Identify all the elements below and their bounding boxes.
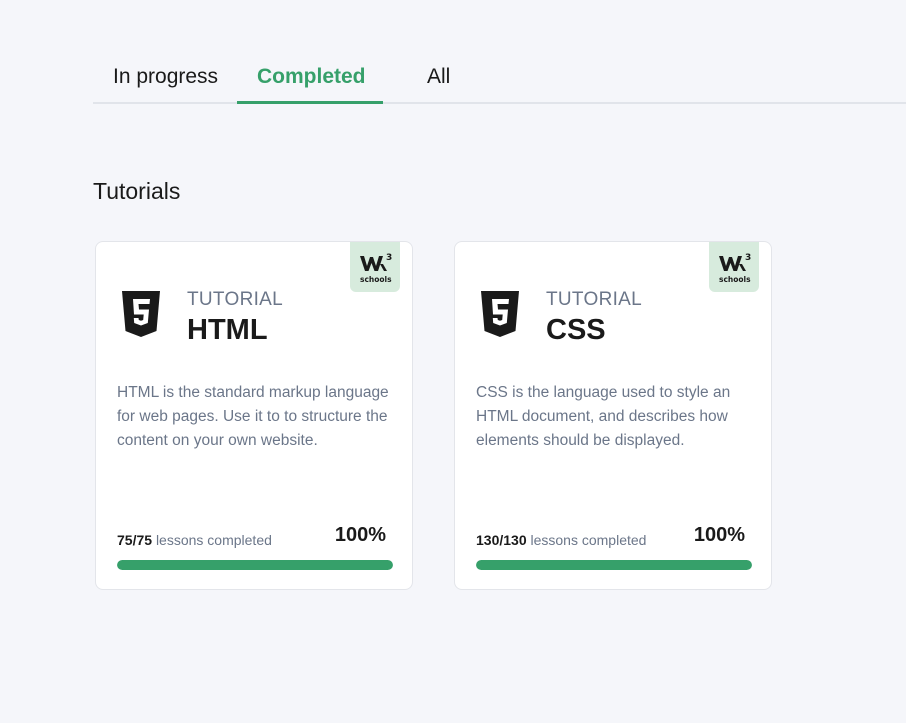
progress-bar <box>117 560 393 570</box>
active-tab-indicator <box>237 101 383 104</box>
card-title: HTML <box>187 314 268 346</box>
card-kicker: TUTORIAL <box>546 289 643 310</box>
tutorial-card-css[interactable]: 3 schools TUTORIAL CSS CSS is the langua… <box>454 241 772 590</box>
css3-icon <box>481 291 519 337</box>
tutorial-card-html[interactable]: 3 schools TUTORIAL HTML HTML is the stan… <box>95 241 413 590</box>
section-title: Tutorials <box>93 178 181 204</box>
tab-completed[interactable]: Completed <box>257 64 366 90</box>
lessons-count: 130/130 <box>476 532 527 548</box>
tab-bar: In progress Completed All <box>93 52 906 104</box>
card-description: CSS is the language used to style an HTM… <box>476 384 731 449</box>
lessons-count: 75/75 <box>117 532 153 548</box>
card-kicker: TUTORIAL <box>187 289 284 310</box>
page: In progress Completed All Tutorials 3 sc… <box>0 0 906 723</box>
w3schools-logo-icon: 3 schools <box>719 253 751 284</box>
lessons-completed-text: 75/75 lessons completed <box>117 532 272 548</box>
tab-in-progress[interactable]: In progress <box>113 64 218 90</box>
card-title: CSS <box>546 314 606 346</box>
progress-percent: 100% <box>693 524 745 546</box>
progress-bar-fill <box>476 560 752 570</box>
lessons-completed-text: 130/130 lessons completed <box>476 532 647 548</box>
progress-bar <box>476 560 752 570</box>
svg-text:3: 3 <box>386 253 392 263</box>
svg-text:3: 3 <box>745 253 751 263</box>
w3schools-logo-icon: 3 schools <box>360 253 392 284</box>
w3schools-badge: 3 schools <box>709 242 759 292</box>
w3schools-badge: 3 schools <box>350 242 400 292</box>
svg-text:schools: schools <box>719 275 751 284</box>
html5-icon <box>122 291 160 337</box>
tab-all[interactable]: All <box>427 64 450 90</box>
svg-text:schools: schools <box>360 275 392 284</box>
progress-percent: 100% <box>334 524 386 546</box>
card-description: HTML is the standard markup language for… <box>117 384 389 449</box>
progress-bar-fill <box>117 560 393 570</box>
